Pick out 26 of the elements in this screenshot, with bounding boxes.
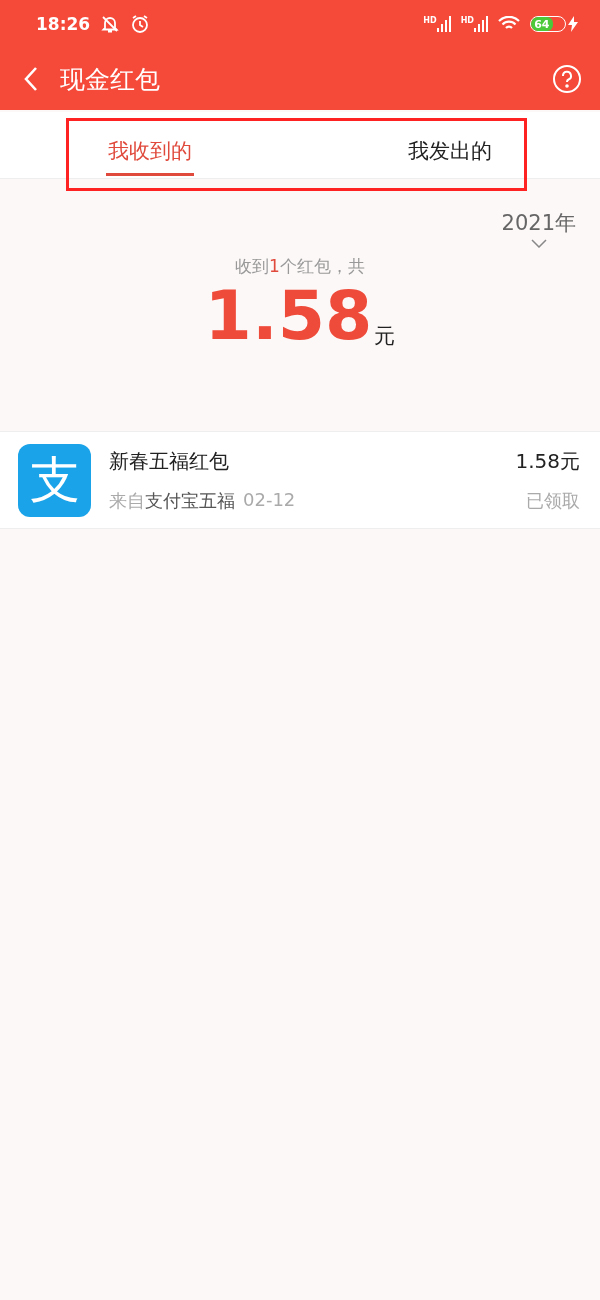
alarm-icon xyxy=(130,14,151,34)
packet-date: 02-12 xyxy=(243,488,296,512)
summary-text: 收到1个红包，共 xyxy=(235,255,365,278)
app-logo: 支 xyxy=(18,443,91,517)
packet-source: 来自支付宝五福 xyxy=(109,488,235,513)
currency-unit: 元 xyxy=(374,323,396,350)
total-amount: 1.58 xyxy=(204,282,373,350)
signal-icon xyxy=(474,16,488,32)
signal-icon xyxy=(436,16,451,32)
packet-amount: 1.58元 xyxy=(515,447,580,475)
battery-level: 64 xyxy=(534,17,550,31)
status-time: 18:26 xyxy=(36,14,91,34)
packet-status: 已领取 xyxy=(526,488,580,513)
packet-title: 新春五福红包 xyxy=(109,447,230,475)
tab[interactable]: 我发出的 xyxy=(406,112,494,176)
network-label: HD xyxy=(460,16,474,25)
year-selector[interactable]: 2021年 xyxy=(501,209,576,248)
page-title: 现金红包 xyxy=(60,63,161,96)
charging-icon xyxy=(568,16,578,32)
tab[interactable]: 我收到的 xyxy=(106,112,194,176)
network-label: HD xyxy=(423,16,437,25)
packet-row[interactable]: 支 新春五福红包 来自支付宝五福 02-12 1.58元 已领取 xyxy=(0,431,600,529)
chevron-down-icon xyxy=(530,239,547,248)
back-button[interactable] xyxy=(24,66,38,92)
bell-off-icon xyxy=(100,14,121,34)
help-button[interactable] xyxy=(552,64,582,94)
